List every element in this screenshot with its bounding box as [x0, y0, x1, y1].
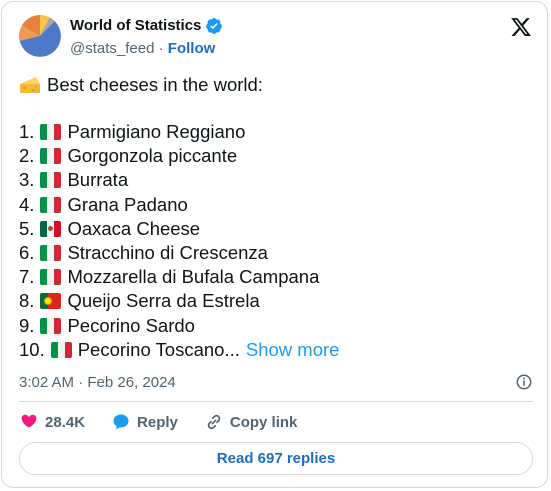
cheese-list: 1. Parmigiano Reggiano 2. Gorgonzola piccan… — [19, 120, 339, 362]
list-item: 1. Parmigiano Reggiano — [19, 120, 339, 144]
heart-icon — [21, 414, 37, 428]
reply-label: Reply — [137, 413, 178, 431]
cheese-name: Burrata — [67, 169, 129, 191]
list-item-number: 2. — [19, 145, 35, 167]
follow-link[interactable]: Follow — [168, 40, 216, 57]
read-replies-label: Read 697 replies — [216, 450, 336, 467]
list-item: 10. Pecorino Toscano... Show more — [19, 338, 339, 362]
list-item-number: 7. — [19, 266, 35, 288]
cheese-name: Mozzarella di Bufala Campana — [67, 266, 320, 288]
cheese-name: Grana Padano — [67, 193, 188, 215]
action-bar: 28.4K Reply Copy link — [19, 412, 323, 432]
author-handle-row: @stats_feed · Follow — [70, 40, 215, 58]
list-item-number: 10. — [19, 338, 45, 360]
flag-italy-icon — [40, 148, 62, 165]
list-item-number: 1. — [19, 121, 35, 142]
list-item: 2. Gorgonzola piccante — [19, 144, 339, 168]
list-item: 7. Mozzarella di Bufala Campana — [19, 265, 339, 289]
flag-italy-icon — [40, 124, 62, 141]
separator-dot: · — [158, 40, 164, 57]
list-item: 8. Queijo Serra da Estrela — [19, 289, 339, 313]
author-handle[interactable]: @stats_feed — [70, 40, 154, 57]
timestamp-row: 3:02 AM · Feb 26, 2024 — [19, 374, 533, 392]
like-button[interactable]: 28.4K — [19, 412, 85, 432]
flag-italy-icon — [40, 317, 62, 334]
pie-chart-avatar-icon — [19, 15, 61, 57]
reply-button[interactable]: Reply — [111, 412, 178, 432]
cheese-wedge-icon — [20, 77, 40, 93]
post-body: Best cheeses in the world: 1. Parmigiano … — [19, 72, 339, 362]
flag-italy-icon — [40, 269, 62, 286]
flag-italy-icon — [40, 196, 62, 213]
author-name[interactable]: World of Statistics — [70, 17, 201, 35]
list-item-number: 5. — [19, 217, 35, 239]
divider — [19, 401, 533, 402]
cheese-name: Stracchino di Crescenza — [67, 241, 268, 263]
list-item-number: 8. — [19, 290, 35, 312]
post-timestamp[interactable]: 3:02 AM · Feb 26, 2024 — [19, 374, 176, 391]
flag-italy-icon — [50, 341, 72, 358]
list-item-number: 9. — [19, 314, 35, 336]
reply-bubble-icon — [113, 414, 129, 430]
flag-portugal-icon — [40, 293, 62, 310]
read-replies-button[interactable]: Read 697 replies — [19, 442, 533, 475]
author-name-row[interactable]: World of Statistics — [70, 17, 223, 35]
cheese-name: Pecorino Sardo — [67, 314, 195, 336]
post-headline: Best cheeses in the world: — [19, 72, 339, 98]
list-item-number: 6. — [19, 241, 35, 263]
like-count: 28.4K — [45, 413, 86, 431]
flag-mexico-icon — [40, 220, 62, 237]
cheese-name: Pecorino Toscano... — [77, 338, 240, 360]
cheese-name: Queijo Serra da Estrela — [67, 290, 260, 312]
flag-italy-icon — [40, 172, 62, 189]
show-more-link[interactable]: Show more — [246, 338, 340, 362]
list-item: 6. Stracchino di Crescenza — [19, 241, 339, 265]
link-icon — [207, 414, 221, 430]
list-item: 9. Pecorino Sardo — [19, 314, 339, 338]
verified-badge-icon — [206, 17, 223, 35]
author-avatar[interactable] — [19, 15, 61, 57]
list-item-number: 4. — [19, 193, 35, 215]
flag-italy-icon — [40, 245, 62, 262]
cheese-name: Parmigiano Reggiano — [67, 121, 246, 142]
x-logo-icon[interactable] — [510, 16, 532, 38]
list-item: 5. Oaxaca Cheese — [19, 217, 339, 241]
copy-link-label: Copy link — [229, 413, 298, 431]
info-icon[interactable] — [515, 373, 533, 391]
list-item: 3. Burrata — [19, 168, 339, 192]
list-item-number: 3. — [19, 169, 35, 191]
list-item: 4. Grana Padano — [19, 193, 339, 217]
cheese-name: Gorgonzola piccante — [67, 145, 238, 167]
copy-link-button[interactable]: Copy link — [204, 412, 298, 432]
cheese-name: Oaxaca Cheese — [67, 217, 201, 239]
headline-text: Best cheeses in the world: — [47, 73, 263, 95]
